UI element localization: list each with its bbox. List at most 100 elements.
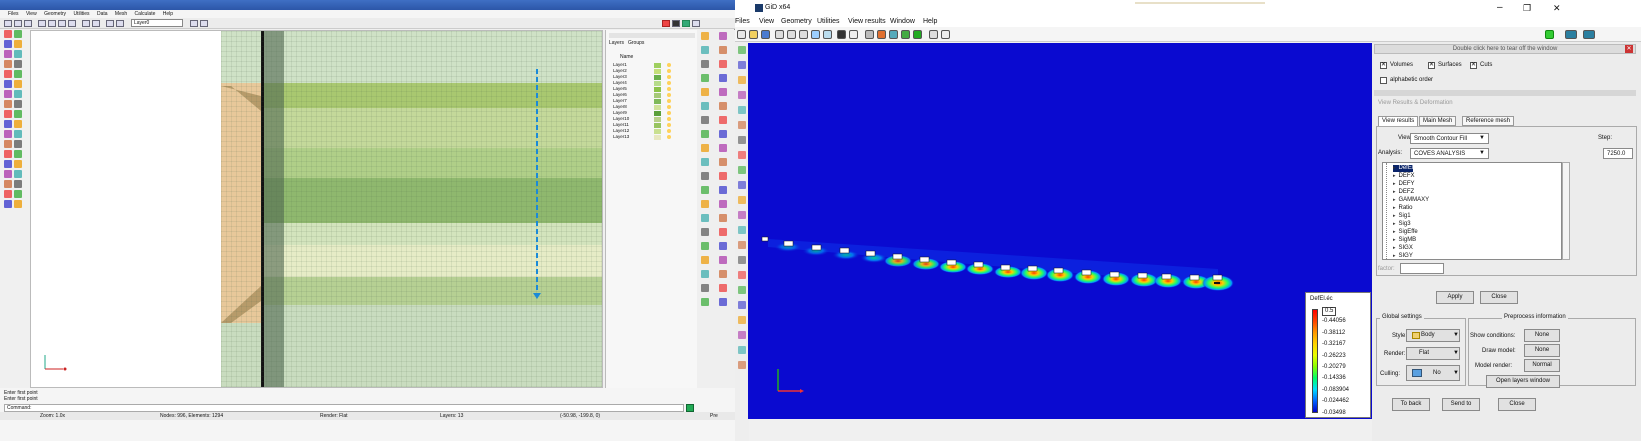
results-scrollbar[interactable] (1562, 162, 1570, 260)
geometry-tool-icon[interactable] (14, 100, 22, 108)
postprocess-tool-icon[interactable] (738, 181, 746, 189)
left-geometry-viewport[interactable] (30, 30, 603, 388)
tool-icon[interactable] (701, 256, 709, 264)
tool-icon[interactable] (719, 200, 727, 208)
alphabetic-checkbox[interactable] (1380, 77, 1387, 84)
layer-visibility-icon[interactable] (667, 99, 671, 103)
left-menu-view[interactable]: View (26, 11, 37, 17)
display-icon[interactable] (672, 20, 680, 27)
zoom-frame-icon[interactable] (58, 20, 66, 27)
tool-icon[interactable] (719, 256, 727, 264)
surfaces-checkbox[interactable]: ✕ (1428, 62, 1435, 69)
tool-icon[interactable] (719, 242, 727, 250)
tool-icon[interactable] (719, 46, 727, 54)
postprocess-tool-icon[interactable] (738, 211, 746, 219)
menu-window[interactable]: Window (890, 16, 915, 27)
send-to-button[interactable]: Send to (1442, 398, 1480, 411)
draw-model-button[interactable]: None (1524, 344, 1560, 357)
postprocess-tool-icon[interactable] (738, 121, 746, 129)
geometry-tool-icon[interactable] (4, 190, 12, 198)
geometry-tool-icon[interactable] (14, 160, 22, 168)
postprocess-tool-icon[interactable] (738, 286, 746, 294)
postprocess-tool-icon[interactable] (738, 46, 746, 54)
postprocess-tool-icon[interactable] (738, 76, 746, 84)
geometry-tool-icon[interactable] (4, 170, 12, 178)
tool-icon[interactable] (701, 284, 709, 292)
postprocess-tool-icon[interactable] (738, 316, 746, 324)
tool-icon[interactable] (701, 102, 709, 110)
left-menu-geometry[interactable]: Geometry (44, 11, 66, 17)
geometry-tool-icon[interactable] (14, 110, 22, 118)
tool-icon[interactable] (701, 74, 709, 82)
menu-view-results[interactable]: View results (848, 16, 886, 27)
geometry-tool-icon[interactable] (14, 120, 22, 128)
legend-max-value[interactable]: 0.5 (1322, 307, 1337, 316)
geometry-tool-icon[interactable] (14, 40, 22, 48)
layer-visibility-icon[interactable] (667, 93, 671, 97)
geometry-tool-icon[interactable] (14, 70, 22, 78)
bottom-close-button[interactable]: Close (1498, 398, 1536, 411)
post-mode-icon[interactable] (1583, 30, 1595, 39)
postprocess-tool-icon[interactable] (738, 331, 746, 339)
menu-files[interactable]: Files (735, 16, 750, 27)
tool-icon[interactable] (719, 214, 727, 222)
tool-icon[interactable] (719, 88, 727, 96)
geometry-tool-icon[interactable] (4, 110, 12, 118)
result-item[interactable]: Ratio (1393, 205, 1413, 212)
view-select[interactable]: Smooth Contour Fill (1410, 133, 1489, 144)
geometry-tool-icon[interactable] (14, 150, 22, 158)
layer-visibility-icon[interactable] (667, 69, 671, 73)
tool-icon[interactable] (719, 284, 727, 292)
geometry-tool-icon[interactable] (4, 70, 12, 78)
geometry-tool-icon[interactable] (4, 100, 12, 108)
tool-icon[interactable] (701, 270, 709, 278)
postprocess-tool-icon[interactable] (738, 241, 746, 249)
geometry-tool-icon[interactable] (4, 80, 12, 88)
rotate-icon[interactable] (823, 30, 832, 39)
print-icon[interactable] (849, 30, 858, 39)
cuts-checkbox[interactable]: ✕ (1470, 62, 1477, 69)
geometry-tool-icon[interactable] (14, 60, 22, 68)
save-icon[interactable] (761, 30, 770, 39)
postprocess-tool-icon[interactable] (738, 226, 746, 234)
result-item[interactable]: DefEl (1393, 165, 1414, 172)
tool-icon[interactable] (719, 172, 727, 180)
tool-icon[interactable] (719, 186, 727, 194)
tool-icon[interactable] (719, 116, 727, 124)
postprocess-tool-icon[interactable] (738, 166, 746, 174)
layer-visibility-icon[interactable] (667, 135, 671, 139)
tool-icon[interactable] (701, 116, 709, 124)
tool-icon[interactable] (719, 60, 727, 68)
layer-visibility-icon[interactable] (667, 63, 671, 67)
layer-visibility-icon[interactable] (667, 81, 671, 85)
geometry-tool-icon[interactable] (14, 170, 22, 178)
geometry-tool-icon[interactable] (4, 160, 12, 168)
chevron-down-icon[interactable]: ▼ (1479, 150, 1485, 156)
help-icon[interactable] (941, 30, 950, 39)
open-icon[interactable] (749, 30, 758, 39)
mesh-icon[interactable] (116, 20, 124, 27)
groups-tab[interactable]: Groups (628, 40, 644, 46)
results-list[interactable]: DefElDEFXDEFYDEFZGAMMAXYRatioSig1Sig3Sig… (1382, 162, 1562, 260)
settings-icon[interactable] (190, 20, 198, 27)
geometry-tool-icon[interactable] (4, 120, 12, 128)
zoom-out-icon[interactable] (787, 30, 796, 39)
calculate-icon[interactable] (682, 20, 690, 27)
layers-icon[interactable] (865, 30, 874, 39)
geometry-tool-icon[interactable] (14, 200, 22, 208)
geometry-tool-icon[interactable] (14, 190, 22, 198)
step-select[interactable]: 7250.0 (1603, 148, 1633, 159)
open-layers-window-button[interactable]: Open layers window (1486, 375, 1560, 388)
postprocess-tool-icon[interactable] (738, 256, 746, 264)
tool-icon[interactable] (719, 32, 727, 40)
render-icon[interactable] (82, 20, 90, 27)
layer-visibility-icon[interactable] (667, 87, 671, 91)
tool-icon[interactable] (719, 270, 727, 278)
gid-mode-icon[interactable] (1565, 30, 1577, 39)
print-icon[interactable] (92, 20, 100, 27)
tool-icon[interactable] (701, 298, 709, 306)
volumes-checkbox[interactable]: ✕ (1380, 62, 1387, 69)
zoom-in-icon[interactable] (775, 30, 784, 39)
result-item[interactable]: DEFY (1393, 181, 1415, 188)
tool-icon[interactable] (719, 74, 727, 82)
